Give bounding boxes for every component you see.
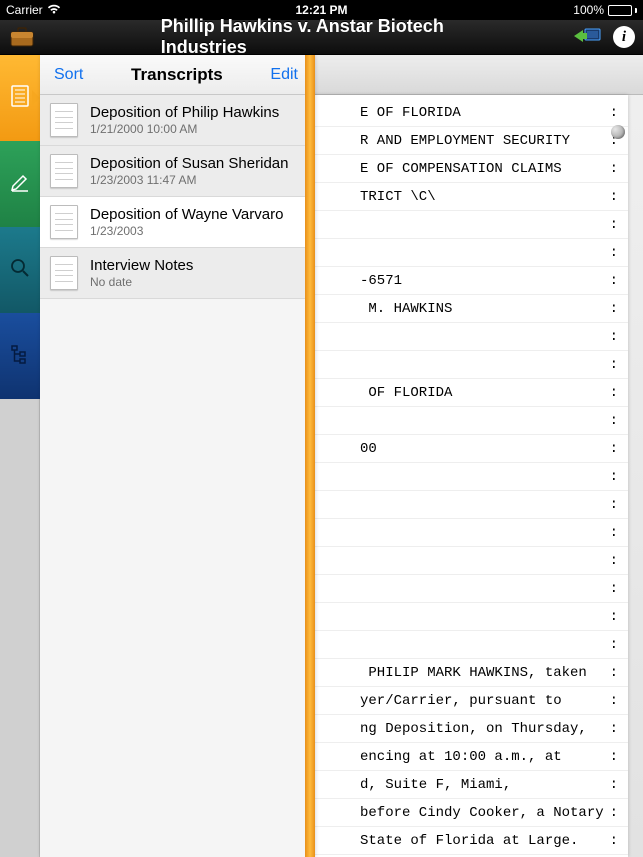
wifi-icon (47, 3, 61, 17)
info-icon[interactable]: i (613, 26, 635, 48)
side-rail (0, 55, 40, 857)
globe-icon[interactable] (611, 125, 625, 139)
transcripts-panel: Sort Transcripts Edit Deposition of Phil… (40, 55, 312, 857)
sync-icon[interactable] (573, 26, 601, 49)
tree-icon (10, 344, 30, 369)
list-item-subtitle: 1/23/2003 11:47 AM (90, 173, 288, 187)
document-icon (50, 256, 78, 290)
list-item[interactable]: Interview NotesNo date (40, 248, 312, 299)
list-item[interactable]: Deposition of Susan Sheridan1/23/2003 11… (40, 146, 312, 197)
edit-button[interactable]: Edit (270, 66, 298, 84)
list-item[interactable]: Deposition of Philip Hawkins1/21/2000 10… (40, 95, 312, 146)
battery-icon (608, 5, 637, 16)
briefcase-icon[interactable] (8, 26, 36, 48)
document-icon (50, 103, 78, 137)
carrier-label: Carrier (6, 3, 43, 17)
battery-label: 100% (573, 3, 604, 17)
list-item[interactable]: Deposition of Wayne Varvaro1/23/2003 (40, 197, 312, 248)
rail-outline[interactable] (0, 313, 40, 399)
panel-resize-handle[interactable] (305, 55, 315, 857)
sort-button[interactable]: Sort (54, 66, 83, 84)
transcripts-list: Deposition of Philip Hawkins1/21/2000 10… (40, 95, 312, 299)
rail-transcripts[interactable] (0, 55, 40, 141)
status-time: 12:21 PM (295, 3, 347, 17)
list-item-title: Deposition of Susan Sheridan (90, 155, 288, 172)
case-title: Phillip Hawkins v. Anstar Biotech Indust… (161, 16, 483, 58)
panel-title: Transcripts (131, 65, 223, 85)
document-icon (50, 205, 78, 239)
rail-notes[interactable] (0, 141, 40, 227)
title-bar: Phillip Hawkins v. Anstar Biotech Indust… (0, 20, 643, 55)
list-item-subtitle: 1/21/2000 10:00 AM (90, 122, 279, 136)
edit-icon (10, 172, 30, 197)
search-icon (10, 258, 30, 283)
list-item-title: Deposition of Philip Hawkins (90, 104, 279, 121)
document-icon (50, 154, 78, 188)
list-item-title: Interview Notes (90, 257, 193, 274)
rail-search[interactable] (0, 227, 40, 313)
list-item-subtitle: 1/23/2003 (90, 224, 283, 238)
document-list-icon (10, 85, 30, 112)
list-item-title: Deposition of Wayne Varvaro (90, 206, 283, 223)
list-item-subtitle: No date (90, 275, 193, 289)
